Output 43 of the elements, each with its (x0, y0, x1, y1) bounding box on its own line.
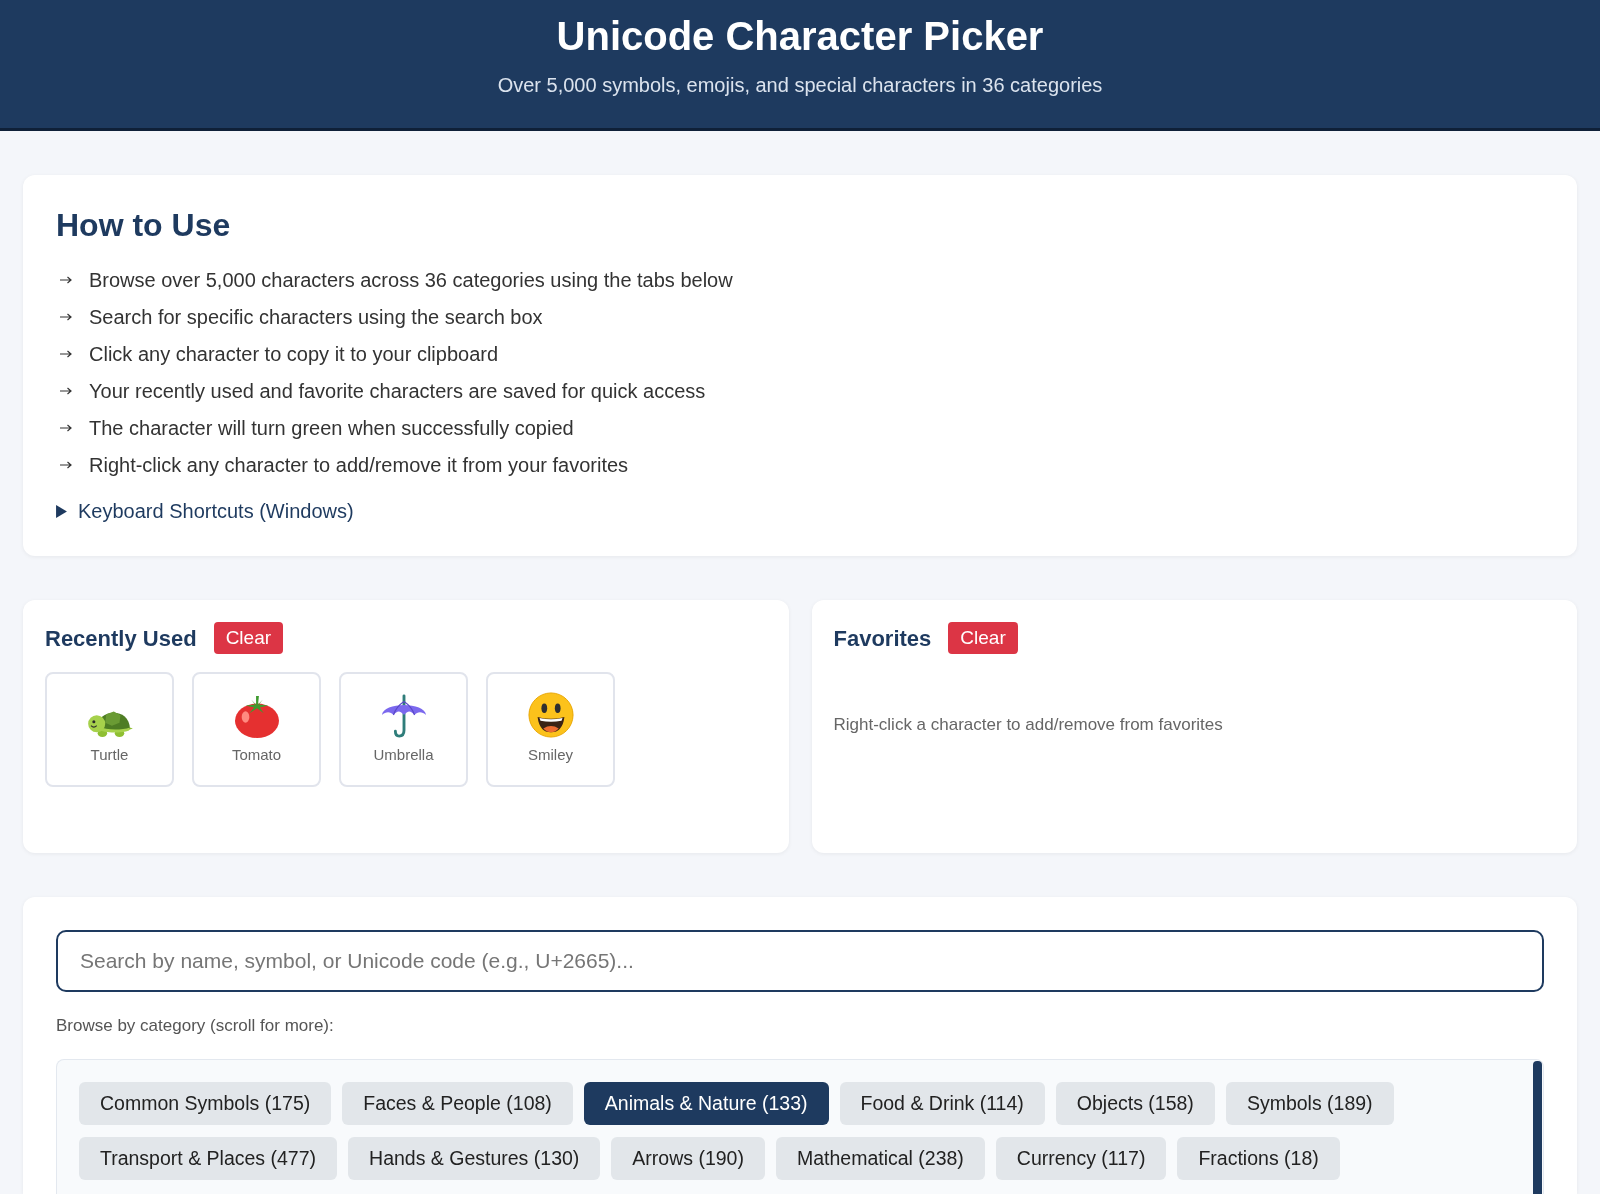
instruction-text: Browse over 5,000 characters across 36 categories using the tabs below (89, 267, 733, 293)
character-tile[interactable]: Tomato (192, 672, 321, 787)
section-title: Recently Used (45, 624, 197, 653)
category-tab[interactable]: Arrows (190) (611, 1137, 765, 1180)
instruction-text: Your recently used and favorite characters are saved for quick access (89, 378, 706, 404)
instruction-text: Search for specific characters using the search box (89, 304, 543, 330)
character-tile[interactable]: Umbrella (339, 672, 468, 787)
arrow-icon (60, 312, 72, 321)
character-tile[interactable]: Turtle (45, 672, 174, 787)
category-tab[interactable]: Food & Drink (114) (839, 1082, 1045, 1125)
category-tab[interactable]: Fractions (18) (1177, 1137, 1340, 1180)
category-tab[interactable]: Common Symbols (175) (79, 1082, 332, 1125)
category-tab[interactable]: Hands & Gestures (130) (348, 1137, 601, 1180)
tomato-icon (233, 694, 280, 738)
umbrella-icon (380, 692, 427, 738)
category-tab[interactable]: Currency (117) (995, 1137, 1167, 1180)
page-subtitle: Over 5,000 symbols, emojis, and special characters in 36 categories (497, 73, 1103, 98)
page-title: Unicode Character Picker (556, 13, 1044, 60)
clear-button[interactable]: Clear (213, 622, 284, 654)
category-tab[interactable]: Objects (158) (1055, 1082, 1215, 1125)
smiley-icon (527, 692, 574, 738)
category-tab[interactable]: Transport & Places (477) (79, 1137, 338, 1180)
arrow-icon (60, 275, 72, 284)
empty-message: Right-click a character to add/remove from favorites (833, 714, 1223, 736)
search-field[interactable]: Search by name, symbol, or Unicode code (e.g., U+2665)... (56, 930, 1544, 992)
instruction-text: Click any character to copy it to your clipboard (89, 341, 499, 367)
section-title: Favorites (833, 624, 932, 653)
section-title: How to Use (56, 207, 231, 243)
category-tab[interactable]: Symbols (189) (1225, 1082, 1394, 1125)
scrollbar-thumb[interactable] (1533, 1061, 1542, 1194)
category-label: Browse by category (scroll for more): (56, 1015, 334, 1037)
character-tile[interactable]: Smiley (486, 672, 615, 787)
shortcuts-toggle[interactable]: Keyboard Shortcuts (Windows) (56, 497, 354, 525)
arrow-icon (60, 460, 72, 469)
arrow-icon (60, 423, 72, 432)
category-tab[interactable]: Animals & Nature (133) (583, 1082, 829, 1125)
arrow-icon (60, 349, 72, 358)
category-tab[interactable]: Faces & People (108) (342, 1082, 573, 1125)
category-tab[interactable]: Mathematical (238) (775, 1137, 985, 1180)
instruction-text: Right-click any character to add/remove it from your favorites (89, 452, 629, 478)
instruction-text: The character will turn green when successfully copied (89, 415, 574, 441)
clear-button[interactable]: Clear (948, 622, 1018, 654)
arrow-icon (60, 386, 72, 395)
